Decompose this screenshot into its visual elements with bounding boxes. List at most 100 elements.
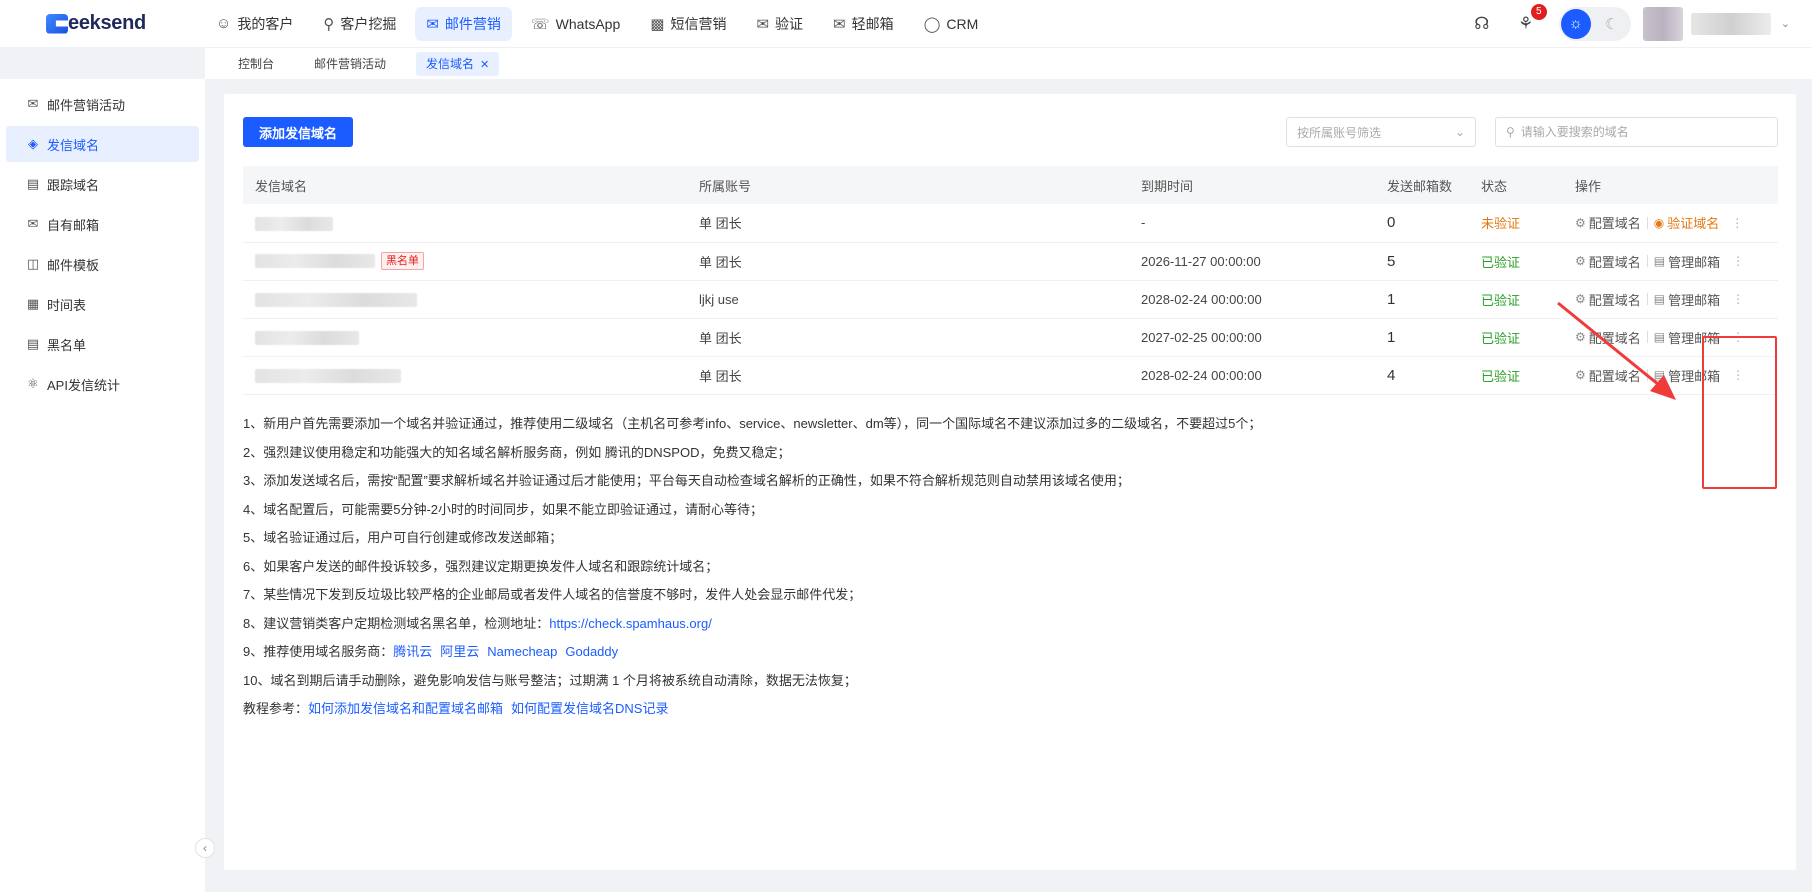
gear-icon: ⚙ xyxy=(1575,254,1586,268)
crm-icon: ◯ xyxy=(923,15,941,33)
note-7: 7、某些情况下发到反垃圾比较严格的企业邮局或者发件人域名的信誉度不够时，发件人处… xyxy=(243,587,862,602)
sidebar-collapse-button[interactable]: ‹ xyxy=(195,838,215,858)
account-cell: ljkj use xyxy=(699,291,739,307)
note-4: 4、域名配置后，可能需要5分钟-2小时的时间同步，如果不能立即验证通过，请耐心等… xyxy=(243,501,764,517)
chevron-down-icon: ⌄ xyxy=(1780,18,1790,30)
account-cell: 单 团长 xyxy=(699,330,742,346)
blacklist-icon: ▤ xyxy=(26,336,40,351)
col-header-account: 所属账号 xyxy=(699,178,752,194)
blacklist-tag: 黑名单 xyxy=(381,252,424,270)
col-header-expiry: 到期时间 xyxy=(1141,178,1194,194)
sun-icon[interactable]: ☼ xyxy=(1560,8,1591,39)
more-icon[interactable]: ⋮ xyxy=(1732,292,1744,306)
tutorial-links: 教程参考：如何添加发信域名和配置域名邮箱 如何配置发信域名DNS记录 xyxy=(243,701,669,716)
sidebar-item-sending-domains[interactable]: ◈ 发信域名 xyxy=(6,126,199,162)
sidebar-item-tracking-domains[interactable]: ▤ 跟踪域名 xyxy=(6,166,199,202)
configure-domain-button[interactable]: ⚙ 配置域名 xyxy=(1575,213,1641,232)
user-menu[interactable]: ⌄ xyxy=(1642,6,1790,41)
note-10: 10、域名到期后请手动删除，避免影响发信与账号整洁；过期满 1 个月将被系统自动… xyxy=(243,672,857,688)
status-badge: 未验证 xyxy=(1481,216,1521,232)
verify-domain-button[interactable]: ◉ 验证域名 xyxy=(1654,213,1720,232)
logo[interactable]: eeksend xyxy=(0,12,205,35)
configure-domain-button[interactable]: ⚙ 配置域名 xyxy=(1575,252,1641,271)
note-3: 3、添加发送域名后，需按“配置”要求解析域名并验证通过后才能使用；平台每天自动检… xyxy=(243,473,1130,488)
close-icon[interactable]: ✕ xyxy=(480,59,489,71)
domain-redacted xyxy=(255,254,375,268)
manage-mailboxes-button[interactable]: ▤ 管理邮箱 xyxy=(1654,252,1720,271)
mailbox-count-cell: 1 xyxy=(1387,328,1396,346)
status-badge: 已验证 xyxy=(1481,292,1521,308)
status-badge: 已验证 xyxy=(1481,254,1521,270)
tab-console[interactable]: 控制台 xyxy=(228,52,284,76)
mailbox-count-cell: 1 xyxy=(1387,290,1396,308)
annotation-highlight-box xyxy=(1702,336,1777,489)
domain-search[interactable]: ⚲ xyxy=(1495,117,1778,147)
add-sending-domain-button[interactable]: 添加发信域名 xyxy=(243,117,354,147)
table-row: 单 团长 - 0 未验证 ⚙ 配置域名 ◉ 验证域名 ⋮ xyxy=(243,204,1778,242)
account-filter-placeholder: 按所属账号筛选 xyxy=(1297,125,1382,140)
namecheap-link[interactable]: Namecheap xyxy=(487,644,557,659)
nav-item-prospecting[interactable]: ⚲ 客户挖掘 xyxy=(312,7,407,41)
spamhaus-link[interactable]: https://check.spamhaus.org/ xyxy=(549,616,712,631)
divider xyxy=(1646,255,1648,267)
avatar xyxy=(1642,6,1683,41)
person-icon: ☺ xyxy=(216,15,232,32)
moon-icon[interactable]: ☾ xyxy=(1597,9,1627,39)
tab-campaigns[interactable]: 邮件营销活动 xyxy=(304,52,396,76)
mailbox-count-cell: 5 xyxy=(1387,252,1396,270)
logo-mark-icon xyxy=(46,13,68,34)
nav-item-email-marketing[interactable]: ✉ 邮件营销 xyxy=(415,6,512,41)
expiry-cell: 2028-02-24 00:00:00 xyxy=(1141,291,1262,307)
mailbox-count-cell: 4 xyxy=(1387,366,1396,384)
sidebar-item-templates[interactable]: ◫ 邮件模板 xyxy=(6,246,199,282)
nav-item-customers[interactable]: ☺ 我的客户 xyxy=(205,7,304,41)
sidebar-item-own-mailboxes[interactable]: ✉ 自有邮箱 xyxy=(6,206,199,242)
campaign-icon: ✉ xyxy=(27,96,39,111)
aliyun-link[interactable]: 阿里云 xyxy=(440,644,479,659)
sidebar-item-blacklist[interactable]: ▤ 黑名单 xyxy=(6,326,199,362)
col-header-domain: 发信域名 xyxy=(255,178,308,194)
godaddy-link[interactable]: Godaddy xyxy=(565,644,618,659)
sidebar-item-campaigns[interactable]: ✉ 邮件营销活动 xyxy=(6,86,199,122)
chevron-down-icon: ⌄ xyxy=(1454,125,1465,139)
sidebar: ✉ 邮件营销活动 ◈ 发信域名 ▤ 跟踪域名 ✉ 自有邮箱 ◫ 邮件模板 ▦ 时间表 ▤ 黑名… xyxy=(0,79,205,892)
tutorial-dns-link[interactable]: 如何配置发信域名DNS记录 xyxy=(511,701,668,716)
table-row: 单 团长 2028-02-24 00:00:00 4 已验证 ⚙ 配置域名 ▤ 管理… xyxy=(243,356,1778,394)
table-header-row: 发信域名 所属账号 到期时间 发送邮箱数 状态 操作 xyxy=(243,166,1778,204)
account-filter-select[interactable]: 按所属账号筛选 ⌄ xyxy=(1286,117,1476,147)
tencent-cloud-link[interactable]: 腾讯云 xyxy=(393,644,432,659)
domains-table: 发信域名 所属账号 到期时间 发送邮箱数 状态 操作 单 团长 - 0 未验证 … xyxy=(243,166,1778,395)
domain-redacted xyxy=(255,216,333,231)
tutorial-add-domain-link[interactable]: 如何添加发信域名和配置域名邮箱 xyxy=(308,701,503,716)
expiry-cell: - xyxy=(1141,215,1146,231)
bell-icon[interactable]: ⚘ 5 xyxy=(1515,3,1547,35)
mailbox-icon: ✉ xyxy=(27,216,39,231)
usage-notes: 1、新用户首先需要添加一个域名并验证通过，推荐使用二级域名（主机名可参考info… xyxy=(243,410,1261,724)
note-1: 1、新用户首先需要添加一个域名并验证通过，推荐使用二级域名（主机名可参考info… xyxy=(243,416,1262,431)
globe-icon: ◉ xyxy=(1653,215,1665,230)
note-2: 2、强烈建议使用稳定和功能强大的知名域名解析服务商，例如 腾讯的DNSPOD，免… xyxy=(243,444,791,460)
more-icon[interactable]: ⋮ xyxy=(1732,254,1744,268)
api-icon: ⚛ xyxy=(27,376,39,391)
domain-redacted xyxy=(255,368,401,383)
domain-search-input[interactable] xyxy=(1520,125,1761,139)
nav-item-light-mail[interactable]: ✉ 轻邮箱 xyxy=(822,7,905,41)
sms-icon: ▩ xyxy=(650,15,665,33)
domain-icon: ◈ xyxy=(28,136,38,151)
search-icon: ⚲ xyxy=(1506,125,1515,139)
domain-redacted xyxy=(255,292,417,307)
tab-sending-domains[interactable]: 发信域名 ✕ xyxy=(416,51,500,76)
nav-item-verify[interactable]: ✉ 验证 xyxy=(745,7,814,41)
sidebar-item-schedule[interactable]: ▦ 时间表 xyxy=(6,286,199,322)
theme-toggle[interactable]: ☼ ☾ xyxy=(1558,6,1631,41)
sidebar-item-api-stats[interactable]: ⚛ API发信统计 xyxy=(6,366,199,402)
nav-item-crm[interactable]: ◯ CRM xyxy=(913,7,990,41)
notification-badge: 5 xyxy=(1530,3,1547,20)
main-nav: ☺ 我的客户 ⚲ 客户挖掘 ✉ 邮件营销 ☏ WhatsApp ▩ 短信营销 ✉ 验证 ✉ 轻… xyxy=(205,0,997,47)
mailbox-count-cell: 0 xyxy=(1387,214,1396,232)
nav-item-whatsapp[interactable]: ☏ WhatsApp xyxy=(520,7,631,41)
headset-icon[interactable]: ☊ xyxy=(1471,13,1493,35)
nav-item-sms[interactable]: ▩ 短信营销 xyxy=(639,7,737,41)
more-icon[interactable]: ⋮ xyxy=(1731,216,1743,230)
expiry-cell: 2028-02-24 00:00:00 xyxy=(1141,367,1262,383)
